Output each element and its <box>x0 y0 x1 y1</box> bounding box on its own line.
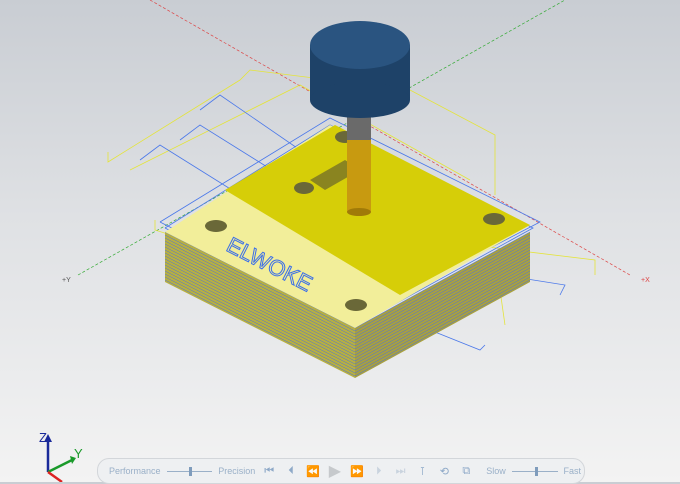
compare-button[interactable]: ⧉ <box>455 465 477 478</box>
fast-forward-button[interactable]: ⏩ <box>346 465 368 478</box>
precision-label: Precision <box>218 466 256 476</box>
fast-label: Fast <box>563 466 582 476</box>
y-axis-label: +Y <box>62 277 71 284</box>
slow-label: Slow <box>486 466 506 476</box>
step-back-button[interactable]: ⏴ <box>280 465 302 478</box>
tool-head-top <box>310 21 410 69</box>
simulation-viewport[interactable]: ELWOKE <box>0 0 680 482</box>
rewind-button[interactable]: ⏪ <box>302 465 324 478</box>
go-to-start-button[interactable]: ⏮ <box>258 465 280 478</box>
axis-triad: Z Y <box>39 430 83 482</box>
speed-slider[interactable] <box>511 466 558 476</box>
y-axis-arrow <box>47 458 73 474</box>
reset-button[interactable]: ⟲ <box>433 465 455 478</box>
go-to-end-button[interactable]: ⏭ <box>390 465 412 478</box>
step-forward-button[interactable]: ⏵ <box>368 465 390 478</box>
play-button[interactable]: ▶ <box>324 461 346 481</box>
performance-label: Performance <box>109 466 161 476</box>
tool-head-bottom <box>310 82 410 118</box>
tool-tip <box>347 208 371 216</box>
tool-shank <box>347 130 371 212</box>
toolpath-options-button[interactable]: ⊺ <box>412 465 434 478</box>
x-axis-label: +X <box>641 277 650 284</box>
x-axis-arrow <box>47 470 63 482</box>
triad-z-label: Z <box>39 430 47 445</box>
speed-slider-thumb[interactable] <box>534 466 538 476</box>
simulation-toolbar: Performance Precision ⏮ ⏴ ⏪ ▶ ⏩ ⏵ ⏭ ⊺ ⟲ … <box>97 458 585 484</box>
quality-slider[interactable] <box>166 466 213 476</box>
quality-slider-thumb[interactable] <box>189 466 193 476</box>
triad-y-label: Y <box>74 446 83 461</box>
